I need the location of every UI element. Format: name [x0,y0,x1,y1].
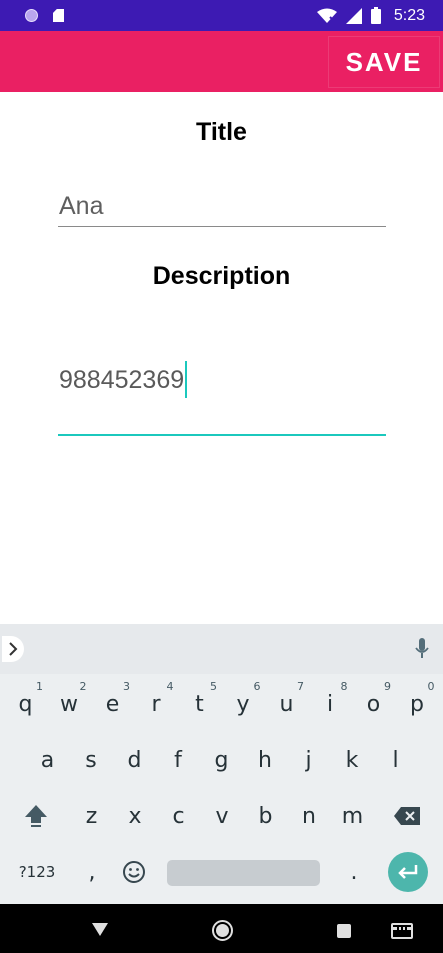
shift-key[interactable] [14,788,58,844]
shift-icon [25,805,47,827]
keyboard-suggestion-strip [0,624,443,674]
title-value: Ana [59,192,104,220]
chevron-right-icon[interactable] [2,636,24,662]
status-time: 5:23 [393,6,425,24]
backspace-key[interactable] [384,788,430,844]
description-value: 988452369 [59,366,185,395]
key-v[interactable]: v [201,788,244,844]
battery-icon [370,7,381,24]
key-f[interactable]: f [157,732,200,788]
key-t[interactable]: t5 [178,676,221,732]
app-bar: SAVE [0,31,443,92]
status-bar: 5:23 [0,0,443,31]
comma-key[interactable]: , [72,844,112,900]
status-icons: 5:23 [316,0,425,31]
key-g[interactable]: g [200,732,243,788]
key-u[interactable]: u7 [265,676,308,732]
soft-keyboard: q1w2e3r4t5y6u7i8o9p0 asdfghjkl zxcvbnm ?… [0,624,443,904]
key-label: q [18,691,33,717]
description-value-wrap: 988452369 [59,361,188,400]
spacebar[interactable] [167,860,320,886]
key-i[interactable]: i8 [309,676,352,732]
key-label: r [151,691,161,717]
key-label: y [236,691,250,717]
key-z[interactable]: z [70,788,113,844]
key-hint: 2 [79,680,87,693]
key-hint: 1 [36,680,43,693]
period-key[interactable]: . [334,844,374,900]
key-hint: 3 [123,680,130,693]
title-label: Title [196,118,247,146]
home-icon[interactable] [212,920,233,941]
backspace-icon [394,807,420,825]
key-hint: 4 [166,680,174,693]
keyboard-row-1: q1w2e3r4t5y6u7i8o9p0 [0,676,443,732]
key-w[interactable]: w2 [48,676,91,732]
description-label: Description [152,262,291,290]
keyboard-row-3: zxcvbnm [0,788,443,844]
key-label: e [105,691,120,717]
signal-icon [345,7,362,24]
key-l[interactable]: l [374,732,417,788]
key-b[interactable]: b [244,788,287,844]
symbols-key[interactable]: ?123 [10,844,64,900]
key-d[interactable]: d [113,732,156,788]
key-n[interactable]: n [288,788,331,844]
title-input[interactable]: Ana [58,188,386,227]
key-label: p [410,691,424,717]
keyboard-icon[interactable] [391,923,413,939]
key-label: u [279,691,294,717]
description-input[interactable]: 988452369 [58,357,386,436]
key-hint: 6 [253,680,261,693]
keyboard-row-2: asdfghjkl [0,732,443,788]
key-hint: 5 [210,680,217,693]
key-q[interactable]: q1 [4,676,47,732]
key-x[interactable]: x [114,788,157,844]
key-h[interactable]: h [244,732,287,788]
key-p[interactable]: p0 [396,676,439,732]
key-hint: 0 [427,680,435,693]
emoji-icon [123,861,145,883]
enter-icon [398,865,418,879]
note-form: Title Ana Description 988452369 [0,92,443,624]
enter-key[interactable] [388,852,428,892]
recents-icon[interactable] [337,924,351,938]
key-k[interactable]: k [331,732,374,788]
key-m[interactable]: m [331,788,374,844]
sd-card-icon [53,9,64,22]
key-e[interactable]: e3 [91,676,134,732]
key-r[interactable]: r4 [135,676,178,732]
key-o[interactable]: o9 [352,676,395,732]
mic-icon[interactable] [411,636,433,662]
key-s[interactable]: s [70,732,113,788]
notification-circle-icon [25,9,38,22]
key-label: i [326,691,334,717]
emoji-key[interactable] [114,844,154,900]
save-button[interactable]: SAVE [328,36,440,88]
key-c[interactable]: c [157,788,200,844]
key-y[interactable]: y6 [222,676,265,732]
back-icon[interactable] [92,923,108,936]
key-label: o [366,691,381,717]
key-hint: 7 [297,680,304,693]
key-a[interactable]: a [26,732,69,788]
key-hint: 8 [340,680,348,693]
navigation-bar [0,904,443,953]
key-hint: 9 [384,680,391,693]
wifi-icon [316,8,337,23]
text-cursor [185,361,188,398]
key-label: t [195,691,204,717]
key-j[interactable]: j [287,732,330,788]
key-label: w [60,691,78,717]
